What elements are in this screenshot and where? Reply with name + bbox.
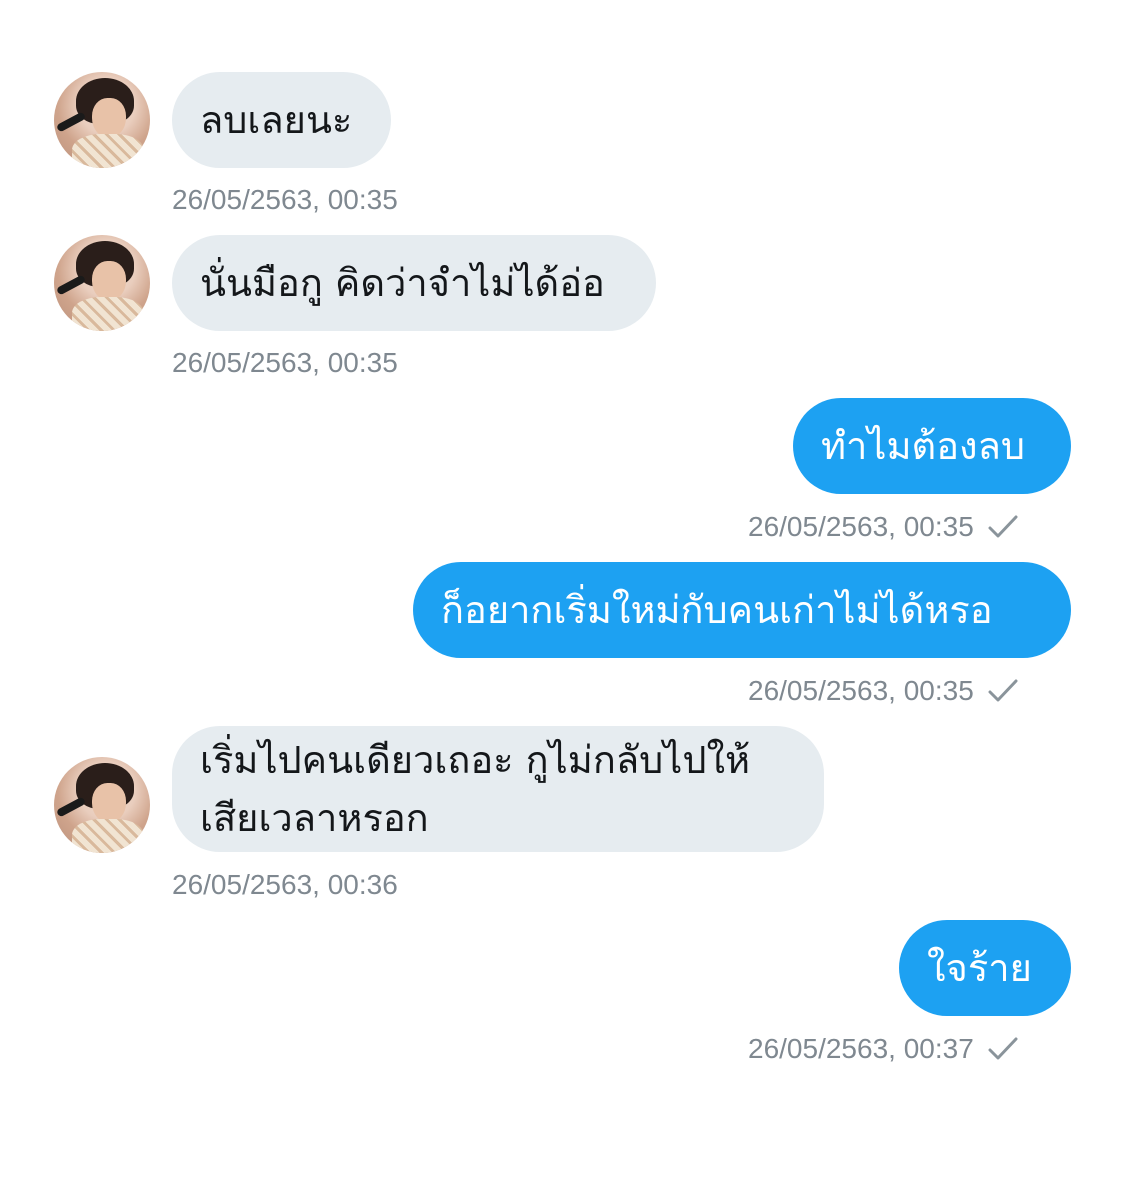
message-text: ใจร้าย: [927, 946, 1032, 990]
message-text-line: เริ่มไปคนเดียวเถอะ กูไม่กลับไปให้: [200, 738, 751, 782]
message-text-line: เสียเวลาหรอก: [200, 796, 429, 840]
message-text: ก็อยากเริ่มใหม่กับคนเก่าไม่ได้หรอ: [441, 588, 993, 632]
message-timestamp: 26/05/2563, 00:35: [748, 675, 974, 706]
message-text: ลบเลยนะ: [200, 98, 353, 142]
check-icon: [988, 515, 1018, 538]
message-bubble[interactable]: ลบเลยนะ: [172, 72, 391, 168]
avatar[interactable]: [54, 757, 150, 853]
message-text: ทำไมต้องลบ: [821, 424, 1026, 468]
message-timestamp: 26/05/2563, 00:37: [748, 1033, 974, 1064]
message-bubble[interactable]: ใจร้าย: [899, 920, 1071, 1016]
message-timestamp: 26/05/2563, 00:35: [172, 184, 398, 215]
message-bubble[interactable]: ก็อยากเริ่มใหม่กับคนเก่าไม่ได้หรอ: [413, 562, 1071, 658]
microphone-icon: [55, 111, 87, 133]
message-bubble[interactable]: ทำไมต้องลบ: [793, 398, 1071, 494]
message-bubble[interactable]: เริ่มไปคนเดียวเถอะ กูไม่กลับไปให้ เสียเว…: [172, 726, 824, 852]
message-timestamp-row: 26/05/2563, 00:35: [748, 675, 1018, 707]
message-bubble[interactable]: นั่นมือกู คิดว่าจำไม่ได้อ่อ: [172, 235, 656, 331]
message-timestamp-row: 26/05/2563, 00:35: [748, 511, 1018, 543]
check-icon: [988, 679, 1018, 702]
message-timestamp: 26/05/2563, 00:35: [172, 347, 398, 378]
message-timestamp: 26/05/2563, 00:35: [748, 511, 974, 542]
avatar[interactable]: [54, 235, 150, 331]
message-timestamp: 26/05/2563, 00:36: [172, 869, 398, 900]
avatar[interactable]: [54, 72, 150, 168]
message-timestamp-row: 26/05/2563, 00:37: [748, 1033, 1018, 1065]
microphone-icon: [55, 796, 87, 818]
check-icon: [988, 1037, 1018, 1060]
message-text: นั่นมือกู คิดว่าจำไม่ได้อ่อ: [200, 261, 605, 305]
microphone-icon: [55, 274, 87, 296]
